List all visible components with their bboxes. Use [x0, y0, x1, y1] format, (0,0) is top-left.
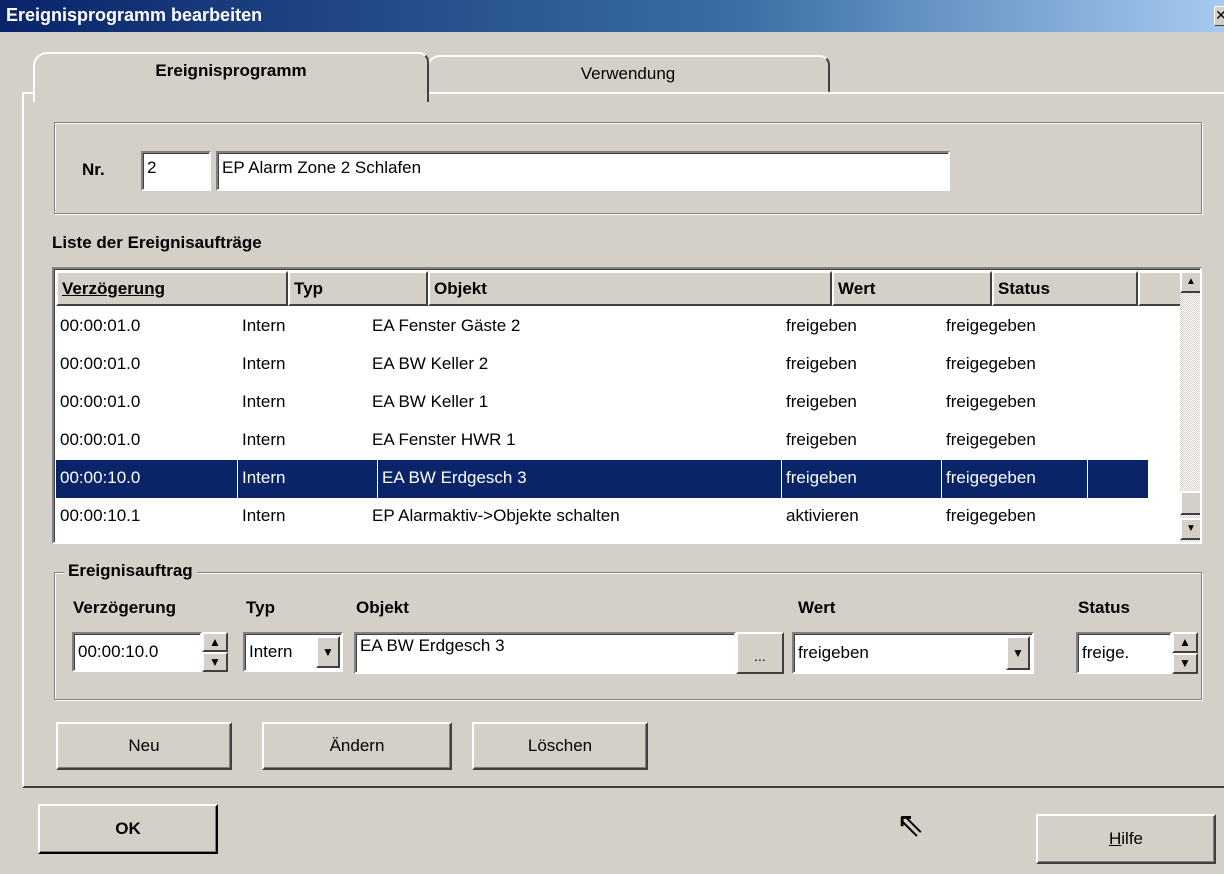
cell-value: freigeben — [786, 354, 857, 373]
cell-type: Intern — [238, 460, 378, 498]
order-group-legend: Ereignisauftrag — [64, 561, 197, 581]
chevron-down-icon: ▼ — [1012, 646, 1024, 660]
object-input[interactable]: EA BW Erdgesch 3 — [354, 632, 736, 674]
arrow-up-icon: ▲ — [1179, 635, 1191, 649]
window-title: Ereignisprogramm bearbeiten — [6, 5, 263, 25]
cell-object: EP Alarmaktiv->Objekte schalten — [372, 506, 620, 525]
column-header-value[interactable]: Wert — [832, 271, 992, 306]
value-select[interactable]: freigeben — [792, 632, 1034, 674]
type-dropdown-button[interactable]: ▼ — [316, 636, 340, 668]
chevron-down-icon: ▼ — [322, 645, 334, 659]
delete-button[interactable]: Löschen — [472, 722, 648, 770]
cell-type: Intern — [242, 506, 286, 525]
table-row[interactable]: 00:00:10.1 Intern EP Alarmaktiv->Objekte… — [56, 498, 1182, 536]
arrow-down-icon: ▼ — [1179, 656, 1191, 670]
list-label: Liste der Ereignisaufträge — [52, 233, 262, 252]
new-button[interactable]: Neu — [56, 722, 232, 770]
column-header-status[interactable]: Status — [992, 271, 1138, 306]
delay-spin-up[interactable]: ▲ — [202, 632, 228, 652]
change-button[interactable]: Ändern — [262, 722, 452, 770]
column-header-delay[interactable]: Verzögerung — [56, 271, 288, 306]
cell-object: EA Fenster Gäste 2 — [372, 316, 521, 335]
scroll-thumb[interactable] — [1180, 491, 1200, 515]
cell-status: freigegeben — [946, 354, 1036, 373]
column-header-label: Verzögerung — [62, 279, 165, 298]
cell-status: freigegeben — [946, 316, 1036, 335]
button-label: Ändern — [329, 736, 385, 755]
table-row[interactable]: 00:00:01.0 Intern EA BW Keller 1 freigeb… — [56, 384, 1182, 422]
cell-object: EA BW Erdgesch 3 — [378, 460, 782, 498]
event-order-list[interactable]: Verzögerung Typ Objekt Wert Status 00:00… — [52, 267, 1202, 544]
delay-label: Verzögerung — [73, 598, 176, 617]
button-label: OK — [115, 819, 141, 838]
table-row[interactable]: 00:00:01.0 Intern EA Fenster HWR 1 freig… — [56, 422, 1182, 460]
nr-input[interactable]: 2 — [141, 151, 211, 191]
cell-object: EA BW Keller 2 — [372, 354, 489, 373]
arrow-down-icon: ▼ — [1186, 523, 1196, 534]
help-button[interactable]: Hilfe — [1036, 814, 1216, 864]
arrow-up-icon: ▲ — [209, 635, 221, 649]
table-row[interactable]: 00:00:01.0 Intern EA Fenster Gäste 2 fre… — [56, 308, 1182, 346]
list-scrollbar[interactable]: ▲ ▼ — [1180, 271, 1200, 542]
object-label: Objekt — [356, 598, 409, 617]
status-label: Status — [1078, 598, 1130, 617]
table-row-selected[interactable]: 00:00:10.0 Intern EA BW Erdgesch 3 freig… — [56, 460, 1148, 498]
status-input[interactable]: freige. — [1076, 632, 1172, 674]
status-spin-down[interactable]: ▼ — [1172, 653, 1198, 674]
cell-value: freigeben — [786, 316, 857, 335]
ok-button[interactable]: OK — [38, 804, 218, 854]
cell-delay: 00:00:10.0 — [56, 460, 238, 498]
button-label: ilfe — [1121, 829, 1143, 848]
status-spin-up[interactable]: ▲ — [1172, 632, 1198, 653]
delay-input[interactable]: 00:00:10.0 — [72, 632, 202, 672]
cell-value: freigeben — [786, 430, 857, 449]
browse-label: ... — [754, 648, 766, 664]
cell-type: Intern — [242, 354, 286, 373]
value-label: Wert — [798, 598, 836, 617]
column-header-label: Typ — [294, 279, 323, 298]
type-label: Typ — [246, 598, 275, 617]
program-name-input[interactable]: EP Alarm Zone 2 Schlafen — [216, 151, 950, 191]
tab-label: Ereignisprogramm — [155, 61, 307, 80]
cell-status: freigegeben — [946, 392, 1036, 411]
cell-status: freigegeben — [946, 430, 1036, 449]
title-bar[interactable]: Ereignisprogramm bearbeiten ✕ — [0, 0, 1224, 32]
cell-value: freigeben — [786, 392, 857, 411]
button-label: Löschen — [527, 736, 593, 755]
cell-object: EA BW Keller 1 — [372, 392, 489, 411]
cell-status: freigegeben — [942, 460, 1088, 498]
cell-value: aktivieren — [786, 506, 859, 525]
tab-ereignisprogramm[interactable]: Ereignisprogramm — [33, 52, 429, 102]
cell-type: Intern — [242, 316, 286, 335]
help-accelerator: H — [1108, 829, 1122, 848]
cell-type: Intern — [242, 392, 286, 411]
scroll-down-button[interactable]: ▼ — [1180, 518, 1200, 540]
tab-verwendung[interactable]: Verwendung — [426, 55, 830, 93]
mouse-cursor-icon: ⇖ — [896, 806, 925, 844]
object-browse-button[interactable]: ... — [736, 632, 784, 674]
column-header-label: Status — [998, 279, 1050, 298]
column-header-type[interactable]: Typ — [288, 271, 428, 306]
cell-value: freigeben — [782, 460, 942, 498]
close-button[interactable]: ✕ — [1214, 6, 1224, 26]
arrow-down-icon: ▼ — [209, 655, 221, 669]
cell-object: EA Fenster HWR 1 — [372, 430, 516, 449]
value-dropdown-button[interactable]: ▼ — [1006, 636, 1030, 670]
cell-status: freigegeben — [946, 506, 1036, 525]
column-header-label: Wert — [838, 279, 876, 298]
tab-label: Verwendung — [580, 64, 676, 83]
delay-spin-down[interactable]: ▼ — [202, 652, 228, 672]
scroll-up-button[interactable]: ▲ — [1180, 271, 1200, 293]
column-header-label: Objekt — [434, 279, 487, 298]
arrow-up-icon: ▲ — [1186, 276, 1196, 287]
close-icon: ✕ — [1215, 7, 1224, 23]
table-row[interactable]: 00:00:01.0 Intern EA BW Keller 2 freigeb… — [56, 346, 1182, 384]
cell-type: Intern — [242, 430, 286, 449]
column-header-object[interactable]: Objekt — [428, 271, 832, 306]
button-label: Neu — [128, 736, 160, 755]
nr-label: Nr. — [82, 160, 105, 179]
